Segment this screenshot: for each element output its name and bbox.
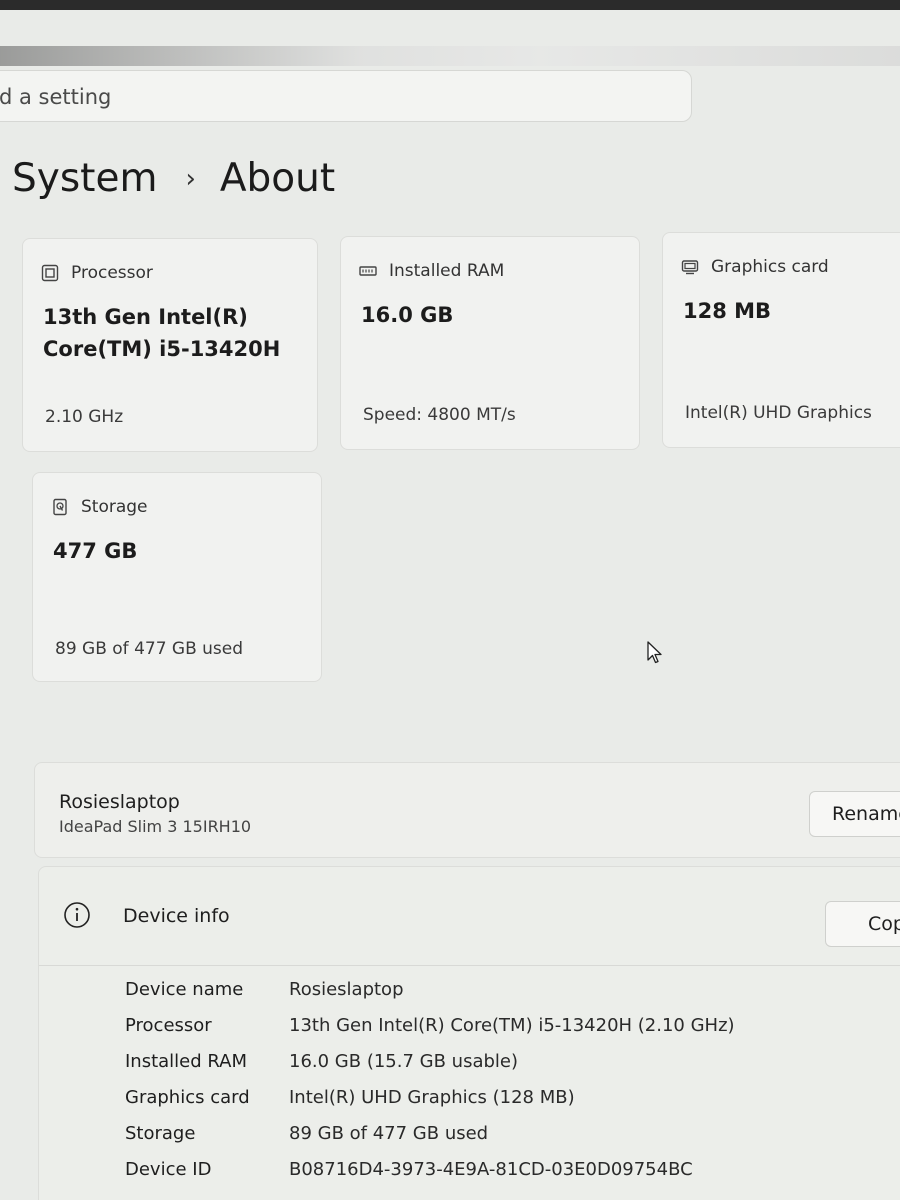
rename-button[interactable]: Rename	[809, 791, 900, 837]
spec-label: Graphics card	[125, 1087, 250, 1108]
breadcrumb: System › About	[12, 156, 335, 201]
device-name-card: Rosieslaptop IdeaPad Slim 3 15IRH10 Rena…	[34, 762, 900, 858]
device-model: IdeaPad Slim 3 15IRH10	[59, 817, 252, 836]
device-name: Rosieslaptop	[59, 791, 180, 813]
ram-icon	[359, 266, 377, 276]
spec-row-graphics-card: Graphics card Intel(R) UHD Graphics (128…	[39, 1087, 900, 1121]
spec-label: Device ID	[125, 1159, 212, 1180]
page-title: About	[219, 156, 336, 201]
device-info-title: Device info	[123, 905, 230, 927]
spec-label: Storage	[125, 1123, 196, 1144]
spec-value: 13th Gen Intel(R) Core(TM) i5-13420H (2.…	[289, 1015, 735, 1036]
settings-search-input[interactable]	[0, 81, 601, 113]
processor-value-line1: 13th Gen Intel(R)	[43, 305, 248, 329]
processor-value-line2: Core(TM) i5-13420H	[43, 337, 281, 361]
spec-value: Rosieslaptop	[289, 979, 404, 1000]
graphics-card-value: 128 MB	[683, 299, 772, 323]
graphics-card-icon	[681, 260, 699, 275]
breadcrumb-system[interactable]: System	[12, 156, 157, 201]
spec-row-storage: Storage 89 GB of 477 GB used	[39, 1123, 900, 1157]
installed-ram-card: Installed RAM 16.0 GB Speed: 4800 MT/s	[340, 236, 640, 450]
spec-row-installed-ram: Installed RAM 16.0 GB (15.7 GB usable)	[39, 1051, 900, 1085]
ram-card-speed: Speed: 4800 MT/s	[363, 405, 516, 425]
spec-label: Device name	[125, 979, 244, 1000]
ram-card-value: 16.0 GB	[361, 303, 454, 327]
storage-card-label: Storage	[81, 497, 148, 517]
spec-value: B08716D4-3973-4E9A-81CD-03E0D09754BC	[289, 1159, 693, 1180]
spec-value: 16.0 GB (15.7 GB usable)	[289, 1051, 518, 1072]
ram-card-label: Installed RAM	[389, 261, 505, 281]
spec-row-device-name: Device name Rosieslaptop	[39, 979, 900, 1013]
processor-card-speed: 2.10 GHz	[45, 407, 124, 427]
screen-bezel	[0, 0, 900, 10]
spec-label: Processor	[125, 1015, 212, 1036]
storage-icon	[53, 498, 67, 516]
processor-icon	[41, 264, 59, 282]
mouse-cursor-icon	[647, 641, 662, 664]
window-background-strip	[0, 46, 900, 66]
spec-label: Installed RAM	[125, 1051, 248, 1072]
spec-value: 89 GB of 477 GB used	[289, 1123, 489, 1144]
graphics-card-name: Intel(R) UHD Graphics	[685, 403, 872, 423]
device-info-header[interactable]: Device info Copy	[39, 867, 900, 966]
spec-row-device-id: Device ID B08716D4-3973-4E9A-81CD-03E0D0…	[39, 1159, 900, 1193]
spec-value: Intel(R) UHD Graphics (128 MB)	[289, 1087, 575, 1108]
graphics-card-card: Graphics card 128 MB Intel(R) UHD Graphi…	[662, 232, 900, 448]
processor-card-value: 13th Gen Intel(R) Core(TM) i5-13420H	[43, 301, 280, 365]
processor-card-label: Processor	[71, 263, 153, 283]
info-icon	[64, 902, 90, 928]
device-info-panel: Device info Copy Device name Rosieslapto…	[38, 866, 900, 1200]
storage-card-value: 477 GB	[53, 539, 138, 563]
storage-card-usage: 89 GB of 477 GB used	[55, 639, 244, 659]
graphics-card-label: Graphics card	[711, 257, 829, 277]
storage-card: Storage 477 GB 89 GB of 477 GB used	[32, 472, 322, 682]
chevron-right-icon: ›	[185, 163, 196, 194]
settings-search-box[interactable]	[0, 70, 692, 122]
spec-row-processor: Processor 13th Gen Intel(R) Core(TM) i5-…	[39, 1015, 900, 1049]
processor-card: Processor 13th Gen Intel(R) Core(TM) i5-…	[22, 238, 318, 452]
copy-button[interactable]: Copy	[825, 901, 900, 947]
